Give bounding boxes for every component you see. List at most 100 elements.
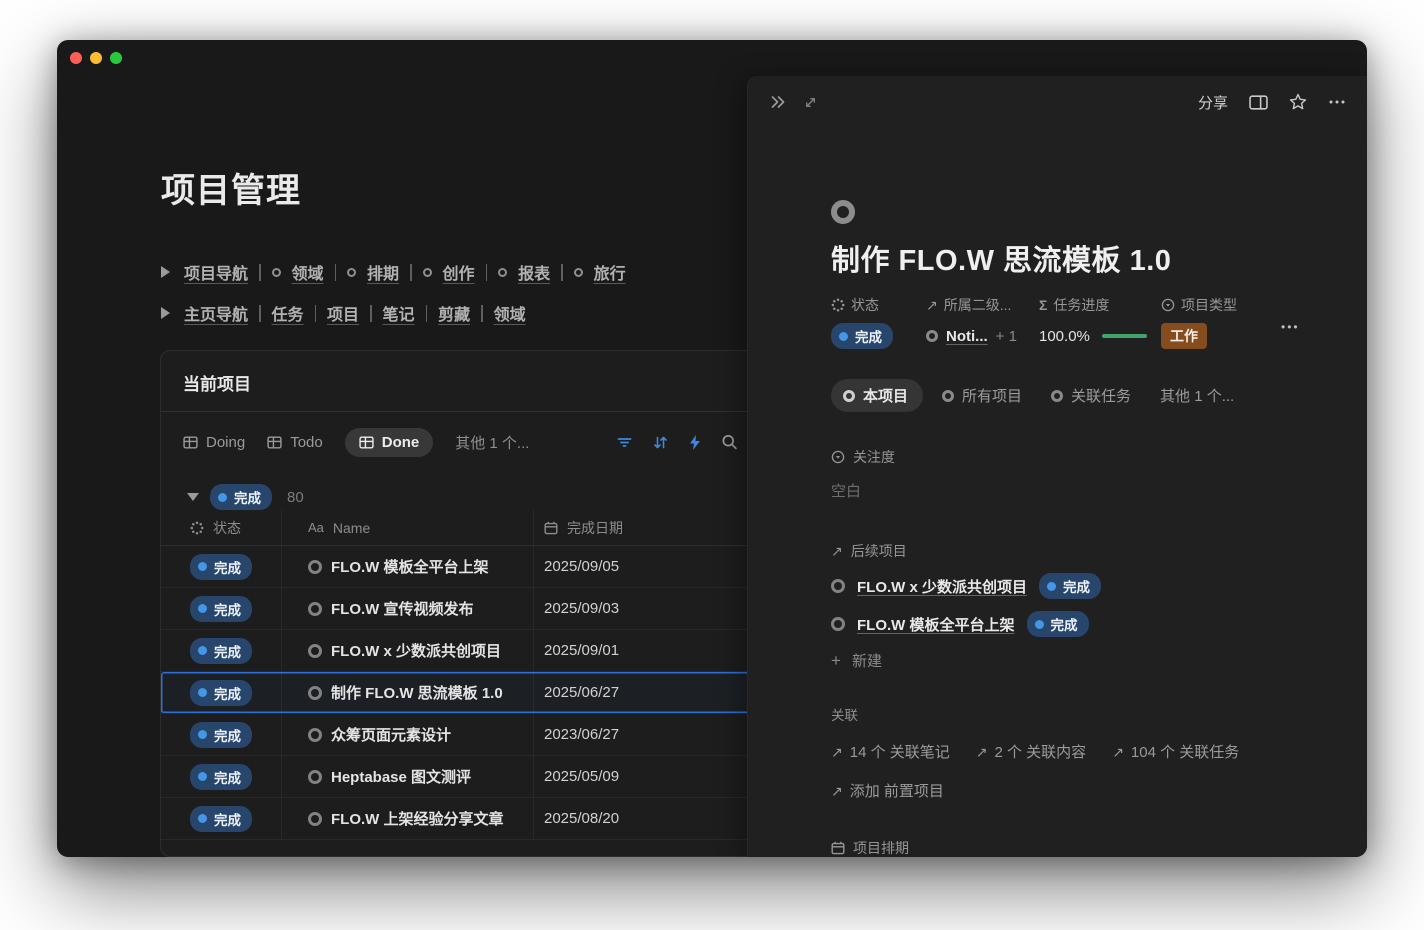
fullscreen-button[interactable] bbox=[110, 52, 122, 64]
relation-arrow-icon: ↗ bbox=[926, 298, 938, 312]
status-badge[interactable]: 完成 bbox=[190, 554, 252, 580]
group-count: 80 bbox=[287, 489, 304, 506]
status-badge[interactable]: 完成 bbox=[210, 484, 272, 510]
new-item-button[interactable]: + 新建 bbox=[831, 650, 1327, 671]
page-ring-icon bbox=[942, 390, 954, 402]
next-project-item[interactable]: FLO.W x 少数派共创项目 完成 bbox=[831, 574, 1327, 598]
search-icon[interactable] bbox=[721, 434, 738, 451]
minimize-button[interactable] bbox=[90, 52, 102, 64]
status-dot-icon bbox=[198, 772, 207, 781]
related-content-link[interactable]: ↗ 2 个 关联内容 bbox=[976, 741, 1086, 762]
page-ring-icon bbox=[308, 728, 322, 742]
page-ring-icon bbox=[843, 390, 855, 402]
row-name[interactable]: FLO.W x 少数派共创项目 bbox=[331, 640, 501, 661]
filter-icon[interactable] bbox=[616, 434, 633, 450]
row-name[interactable]: Heptabase 图文测评 bbox=[331, 766, 471, 787]
tab-this-project[interactable]: 本项目 bbox=[831, 379, 923, 412]
toggle-right-icon[interactable] bbox=[161, 307, 170, 319]
page-ring-icon bbox=[272, 268, 281, 277]
row-name[interactable]: FLO.W 宣传视频发布 bbox=[331, 598, 474, 619]
status-badge[interactable]: 完成 bbox=[190, 722, 252, 748]
status-badge[interactable]: 完成 bbox=[190, 596, 252, 622]
toggle-right-icon[interactable] bbox=[161, 266, 170, 278]
side-peek-layout-icon[interactable] bbox=[1249, 94, 1268, 111]
share-button[interactable]: 分享 bbox=[1198, 92, 1228, 113]
next-project-item[interactable]: FLO.W 模板全平台上架 完成 bbox=[831, 612, 1327, 636]
nav-link-schedule[interactable]: 排期 bbox=[367, 260, 399, 284]
nav-link-home-nav[interactable]: 主页导航 bbox=[184, 301, 248, 325]
nav-link-create[interactable]: 创作 bbox=[443, 260, 475, 284]
focus-empty-value[interactable]: 空白 bbox=[831, 480, 1327, 501]
row-date[interactable]: 2025/09/03 bbox=[544, 600, 619, 617]
tab-related-tasks[interactable]: 关联任务 bbox=[1041, 379, 1141, 412]
tab-more[interactable]: 其他 1 个... bbox=[1150, 379, 1244, 412]
more-count[interactable]: + 1 bbox=[996, 328, 1017, 345]
next-project-link[interactable]: FLO.W x 少数派共创项目 bbox=[857, 576, 1027, 597]
sort-icon[interactable] bbox=[652, 434, 669, 450]
parent-page-link[interactable]: Noti... bbox=[946, 328, 988, 345]
row-name[interactable]: 众筹页面元素设计 bbox=[331, 724, 451, 745]
related-notes-link[interactable]: ↗ 14 个 关联笔记 bbox=[831, 741, 950, 762]
row-date[interactable]: 2025/05/09 bbox=[544, 768, 619, 785]
nav-link-notes[interactable]: 笔记 bbox=[383, 301, 415, 325]
relation-arrow-icon: ↗ bbox=[831, 544, 843, 558]
row-date[interactable]: 2025/09/01 bbox=[544, 642, 619, 659]
status-badge[interactable]: 完成 bbox=[190, 806, 252, 832]
page-ring-icon bbox=[308, 770, 322, 784]
nav-link-projects[interactable]: 项目 bbox=[327, 301, 359, 325]
nav-link-domain[interactable]: 领域 bbox=[292, 260, 324, 284]
column-header-name[interactable]: Aa Name bbox=[282, 510, 534, 545]
close-peek-icon[interactable] bbox=[769, 94, 786, 110]
type-tag[interactable]: 工作 bbox=[1161, 323, 1207, 349]
peek-tabs: 本项目 所有项目 关联任务 其他 1 个... bbox=[831, 379, 1327, 412]
property-label: 任务进度 bbox=[1053, 295, 1109, 315]
column-header-status[interactable]: 状态 bbox=[161, 510, 282, 545]
close-button[interactable] bbox=[70, 52, 82, 64]
favorite-star-icon[interactable] bbox=[1289, 93, 1307, 111]
row-date[interactable]: 2025/09/05 bbox=[544, 558, 619, 575]
status-badge[interactable]: 完成 bbox=[190, 638, 252, 664]
nav-link-report[interactable]: 报表 bbox=[518, 260, 550, 284]
page-ring-icon bbox=[347, 268, 356, 277]
next-project-link[interactable]: FLO.W 模板全平台上架 bbox=[857, 614, 1015, 635]
view-tab-done[interactable]: Done bbox=[345, 428, 434, 457]
row-name[interactable]: FLO.W 模板全平台上架 bbox=[331, 556, 489, 577]
nav-link-project-nav[interactable]: 项目导航 bbox=[184, 260, 248, 284]
row-name[interactable]: 制作 FLO.W 思流模板 1.0 bbox=[331, 682, 503, 703]
more-properties-icon[interactable]: ••• bbox=[1281, 320, 1300, 349]
more-options-icon[interactable] bbox=[1328, 93, 1346, 111]
row-date[interactable]: 2023/06/27 bbox=[544, 726, 619, 743]
add-predecessor-button[interactable]: ↗ 添加 前置项目 bbox=[831, 780, 1327, 801]
page-ring-icon bbox=[308, 812, 322, 826]
tab-all-projects[interactable]: 所有项目 bbox=[932, 379, 1032, 412]
page-ring-icon[interactable] bbox=[831, 200, 855, 224]
row-name[interactable]: FLO.W 上架经验分享文章 bbox=[331, 808, 504, 829]
view-tab-doing[interactable]: Doing bbox=[183, 434, 245, 451]
row-date[interactable]: 2025/06/27 bbox=[544, 684, 619, 701]
status-badge[interactable]: 完成 bbox=[831, 323, 893, 349]
view-tab-todo[interactable]: Todo bbox=[267, 434, 323, 451]
row-date[interactable]: 2025/08/20 bbox=[544, 810, 619, 827]
more-views-button[interactable]: 其他 1 个... bbox=[455, 432, 529, 453]
property-progress: Σ 任务进度 100.0% bbox=[1039, 296, 1161, 349]
nav-link-clips[interactable]: 剪藏 bbox=[438, 301, 470, 325]
peek-toolbar: 分享 bbox=[748, 76, 1367, 128]
status-dot-icon bbox=[1047, 582, 1056, 591]
nav-link-tasks[interactable]: 任务 bbox=[272, 301, 304, 325]
status-badge[interactable]: 完成 bbox=[190, 680, 252, 706]
status-dot-icon bbox=[198, 730, 207, 739]
view-tab-label: Done bbox=[382, 434, 420, 451]
related-tasks-link[interactable]: ↗ 104 个 关联任务 bbox=[1112, 741, 1239, 762]
nav-link-travel[interactable]: 旅行 bbox=[594, 260, 626, 284]
nav-row-home: 主页导航 任务 项目 笔记 剪藏 领域 bbox=[161, 301, 626, 325]
app-window: 项目管理 项目导航 领域 排期 创作 报表 旅行 主页导航 任务 bbox=[57, 40, 1367, 857]
peek-page-title[interactable]: 制作 FLO.W 思流模板 1.0 bbox=[831, 237, 1327, 279]
status-badge[interactable]: 完成 bbox=[190, 764, 252, 790]
separator bbox=[561, 264, 563, 281]
status-dot-icon bbox=[198, 688, 207, 697]
nav-link-domain2[interactable]: 领域 bbox=[494, 301, 526, 325]
collapse-icon[interactable] bbox=[187, 493, 199, 501]
calendar-icon bbox=[831, 841, 845, 855]
expand-diagonal-icon[interactable] bbox=[803, 95, 818, 110]
automation-bolt-icon[interactable] bbox=[688, 434, 702, 450]
